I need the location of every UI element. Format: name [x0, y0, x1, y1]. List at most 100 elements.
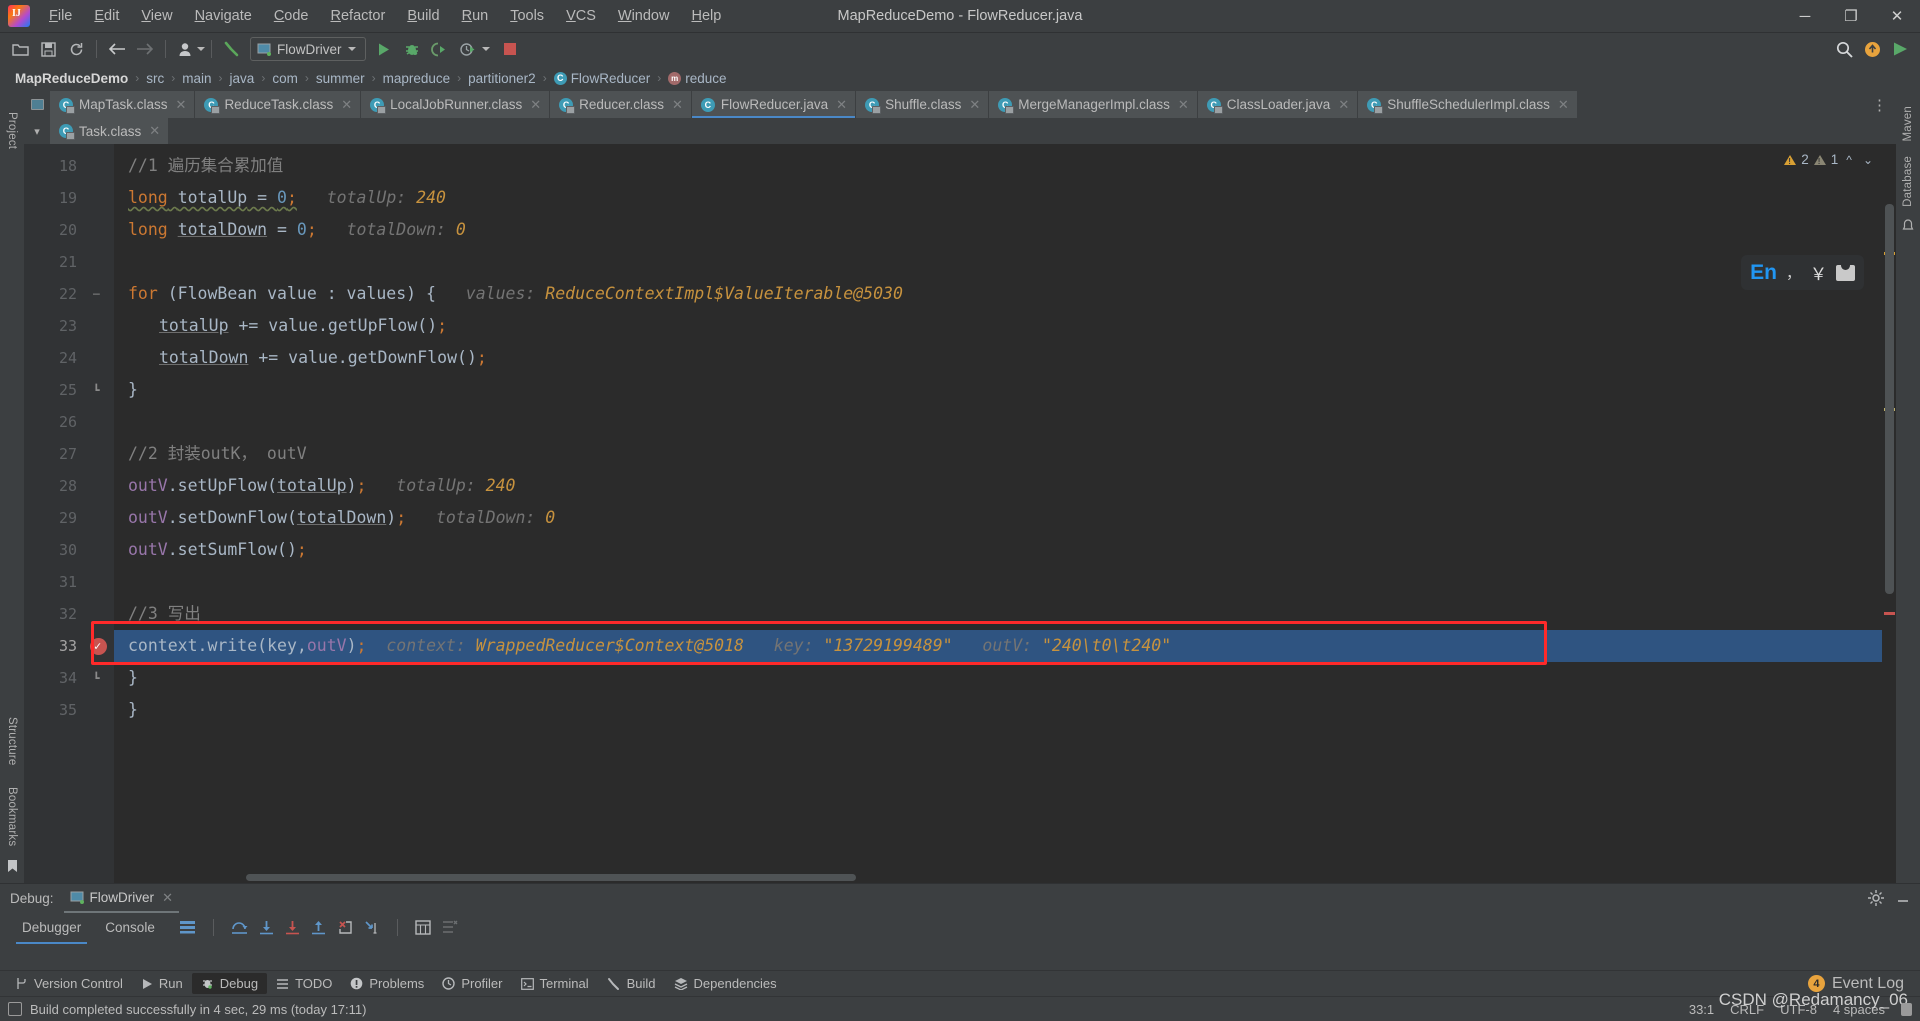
menu-item-view[interactable]: View	[130, 4, 183, 28]
code-line[interactable]	[114, 246, 1896, 278]
inspections-widget[interactable]: 2 1 ^ ⌄	[1780, 150, 1880, 169]
tshirt-icon[interactable]	[1836, 264, 1855, 281]
fold-marker[interactable]	[86, 150, 114, 182]
fold-marker[interactable]	[86, 470, 114, 502]
event-log-area[interactable]: 4 Event Log	[1807, 975, 1914, 993]
fold-marker[interactable]	[86, 694, 114, 726]
hscrollbar-thumb[interactable]	[246, 874, 856, 881]
step-over-icon[interactable]	[231, 920, 248, 935]
code-line[interactable]: long totalDown = 0; totalDown: 0	[114, 214, 1896, 246]
code-line[interactable]: }	[114, 374, 1896, 406]
tool-window-version-control[interactable]: Version Control	[6, 973, 132, 994]
bookmark-flag-icon[interactable]	[7, 859, 18, 873]
sidebar-item-maven[interactable]: Maven	[1902, 99, 1914, 149]
close-icon[interactable]: ✕	[672, 97, 683, 113]
tab-row2-collapse-icon[interactable]: ▾	[24, 118, 50, 144]
fold-marker[interactable]	[86, 566, 114, 598]
editor-layout-icon[interactable]	[24, 91, 50, 118]
run-configuration-selector[interactable]: FlowDriver	[250, 37, 366, 61]
run-with-coverage-icon[interactable]	[426, 36, 454, 62]
breadcrumb-item-com[interactable]: com	[267, 70, 303, 87]
stop-icon[interactable]	[496, 36, 524, 62]
minimize-button[interactable]: ─	[1782, 0, 1828, 33]
fold-marker[interactable]	[86, 182, 114, 214]
code-line[interactable]: long totalUp = 0; totalUp: 240	[114, 182, 1896, 214]
breadcrumb-item-reduce[interactable]: m reduce	[663, 70, 731, 87]
breadcrumb-item-java[interactable]: java	[225, 70, 260, 87]
breadcrumb-item-main[interactable]: main	[177, 70, 216, 87]
step-into-icon[interactable]	[259, 920, 274, 935]
drop-frame-icon[interactable]	[337, 920, 353, 935]
editor-tab-shuffle-class[interactable]: C Shuffle.class ✕	[856, 91, 990, 118]
code-content[interactable]: //1 遍历集合累加值 long totalUp = 0; totalUp: 24…	[114, 144, 1896, 883]
tool-window-problems[interactable]: Problems	[341, 973, 433, 994]
menu-item-run[interactable]: Run	[451, 4, 500, 28]
editor-tab-reducer-class[interactable]: C Reducer.class ✕	[550, 91, 692, 118]
breadcrumb-item-partitioner2[interactable]: partitioner2	[463, 70, 541, 87]
ime-punctuation-icon[interactable]: ，	[1786, 262, 1801, 283]
file-encoding[interactable]: UTF-8	[1780, 1002, 1817, 1017]
fold-marker[interactable]	[86, 502, 114, 534]
profile-dropdown-caret-icon[interactable]	[197, 47, 205, 51]
close-icon[interactable]: ✕	[162, 890, 173, 906]
fold-marker[interactable]	[86, 246, 114, 278]
folder-open-icon[interactable]	[6, 36, 34, 62]
code-line[interactable]	[114, 566, 1896, 598]
fold-marker[interactable]	[86, 342, 114, 374]
breadcrumb-item-mapreducedemo[interactable]: MapReduceDemo	[10, 70, 133, 87]
chevron-up-icon[interactable]: ^	[1843, 153, 1855, 167]
editor-tab-localjobrunner-class[interactable]: C LocalJobRunner.class ✕	[361, 91, 551, 118]
fold-marker[interactable]: ┗	[86, 662, 114, 694]
close-icon[interactable]: ✕	[149, 123, 160, 139]
search-icon[interactable]	[1830, 36, 1858, 62]
close-icon[interactable]: ✕	[1178, 97, 1189, 113]
caret-position[interactable]: 33:1	[1689, 1002, 1714, 1017]
code-line[interactable]: }	[114, 694, 1896, 726]
menu-item-window[interactable]: Window	[607, 4, 681, 28]
tool-window-profiler[interactable]: Profiler	[433, 973, 511, 994]
sidebar-item-bookmarks[interactable]: Bookmarks	[6, 773, 18, 853]
save-icon[interactable]	[34, 36, 62, 62]
more-tabs-icon[interactable]: ⋮	[1864, 91, 1896, 118]
tool-window-dependencies[interactable]: Dependencies	[665, 973, 786, 994]
breadcrumb-item-src[interactable]: src	[141, 70, 169, 87]
debug-subtab-debugger[interactable]: Debugger	[10, 917, 93, 944]
code-line[interactable]: outV.setSumFlow();	[114, 534, 1896, 566]
tool-window-debug[interactable]: Debug	[191, 973, 268, 994]
close-icon[interactable]: ✕	[530, 97, 541, 113]
sync-icon[interactable]	[62, 36, 90, 62]
hammer-icon[interactable]	[218, 36, 246, 62]
ime-currency-icon[interactable]: ￥	[1810, 260, 1827, 285]
share-icon[interactable]	[1886, 36, 1914, 62]
close-button[interactable]: ✕	[1874, 0, 1920, 33]
menu-item-file[interactable]: File	[38, 4, 83, 28]
fold-marker[interactable]	[86, 310, 114, 342]
editor-vertical-scrollbar[interactable]	[1882, 144, 1896, 883]
menu-item-help[interactable]: Help	[680, 4, 732, 28]
back-arrow-icon[interactable]	[103, 36, 131, 62]
forward-arrow-icon[interactable]	[131, 36, 159, 62]
editor-tab-task-class[interactable]: C Task.class ✕	[50, 118, 170, 144]
close-icon[interactable]: ✕	[1558, 97, 1569, 113]
menu-item-edit[interactable]: Edit	[83, 4, 130, 28]
editor-tab-shuffleschedulerimpl-class[interactable]: C ShuffleSchedulerImpl.class ✕	[1358, 91, 1578, 118]
sidebar-item-database[interactable]: Database	[1902, 149, 1914, 214]
gear-icon[interactable]	[1868, 890, 1884, 906]
code-line[interactable]: //3 写出	[114, 598, 1896, 630]
editor-horizontal-scrollbar[interactable]	[86, 874, 1882, 883]
code-line[interactable]	[114, 406, 1896, 438]
evaluate-expression-icon[interactable]	[415, 919, 431, 935]
code-line[interactable]: totalUp += value.getUpFlow();	[114, 310, 1896, 342]
force-step-into-icon[interactable]	[285, 920, 300, 935]
code-line[interactable]: }	[114, 662, 1896, 694]
run-to-cursor-icon[interactable]	[364, 920, 380, 935]
tool-window-build[interactable]: Build	[598, 973, 665, 994]
profiler-dropdown-caret-icon[interactable]	[481, 47, 490, 51]
menu-item-navigate[interactable]: Navigate	[184, 4, 263, 28]
menu-item-refactor[interactable]: Refactor	[320, 4, 397, 28]
debug-subtab-console[interactable]: Console	[93, 917, 167, 938]
update-badge-icon[interactable]	[1858, 36, 1886, 62]
fold-marker[interactable]: ┗	[86, 374, 114, 406]
breadcrumb-item-flowreducer[interactable]: C FlowReducer	[549, 70, 656, 87]
code-line[interactable]: outV.setUpFlow(totalUp); totalUp: 240	[114, 470, 1896, 502]
